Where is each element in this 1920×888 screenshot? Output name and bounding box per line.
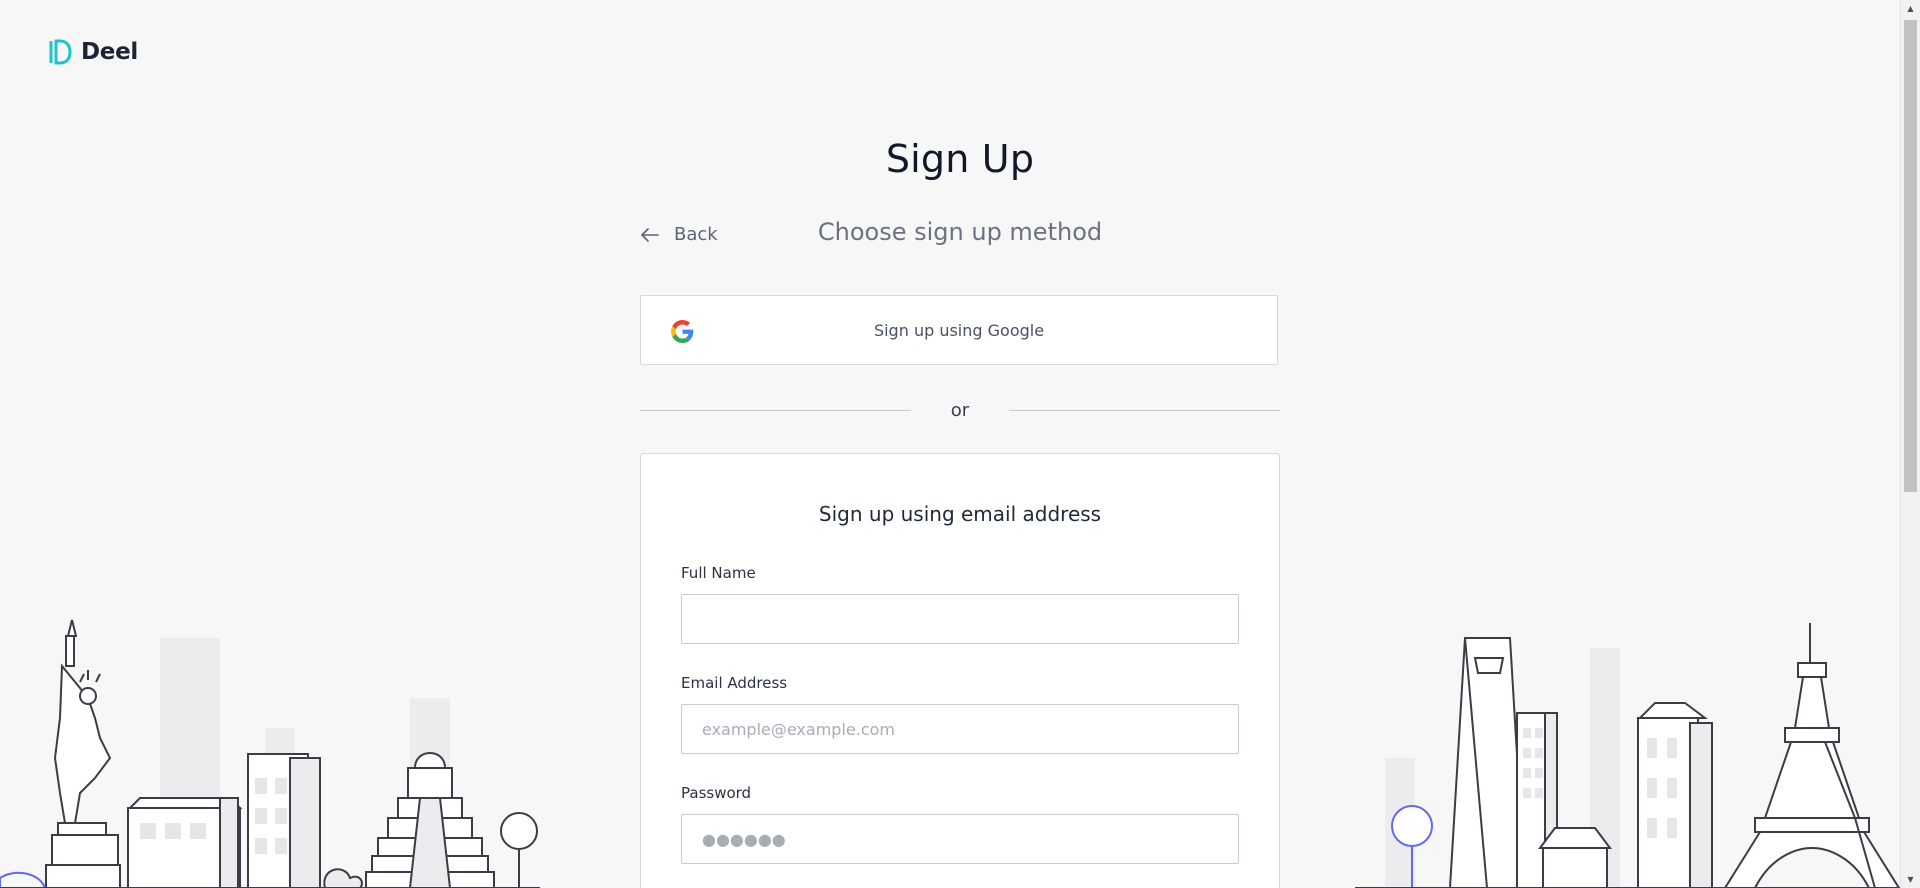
page-scrollbar[interactable]: ▲ ▼ [1900,0,1920,888]
email-input[interactable] [681,704,1239,754]
logo-wordmark: Deel [81,39,138,65]
new-york-skyline-illustration [0,619,540,888]
password-label: Password [681,784,752,802]
password-input[interactable] [681,814,1239,864]
arrow-up-icon[interactable]: ▲ [1901,0,1920,17]
email-label: Email Address [681,674,788,692]
full-name-input[interactable] [681,594,1239,644]
sign-up-method-heading: Choose sign up method [817,218,1103,246]
google-signup-label: Sign up using Google [873,320,1045,340]
or-divider: or [640,400,1280,422]
full-name-label: Full Name [681,564,756,582]
scrollbar-thumb[interactable] [1904,20,1917,492]
email-signup-card: Sign up using email address Full Name Em… [640,453,1280,888]
arrow-down-icon[interactable]: ▼ [1901,871,1920,888]
deel-logo-icon [49,39,72,65]
deel-logo[interactable]: Deel [49,38,138,66]
shanghai-paris-skyline-illustration [1355,623,1910,888]
email-signup-title: Sign up using email address [818,502,1102,526]
divider-line-right [1009,410,1280,411]
google-signup-button[interactable]: Sign up using Google [640,295,1278,365]
page-title: Sign Up [885,137,1035,181]
google-icon [671,320,694,343]
signup-page: Deel Sign Up Back Choose sign up method … [0,0,1920,888]
